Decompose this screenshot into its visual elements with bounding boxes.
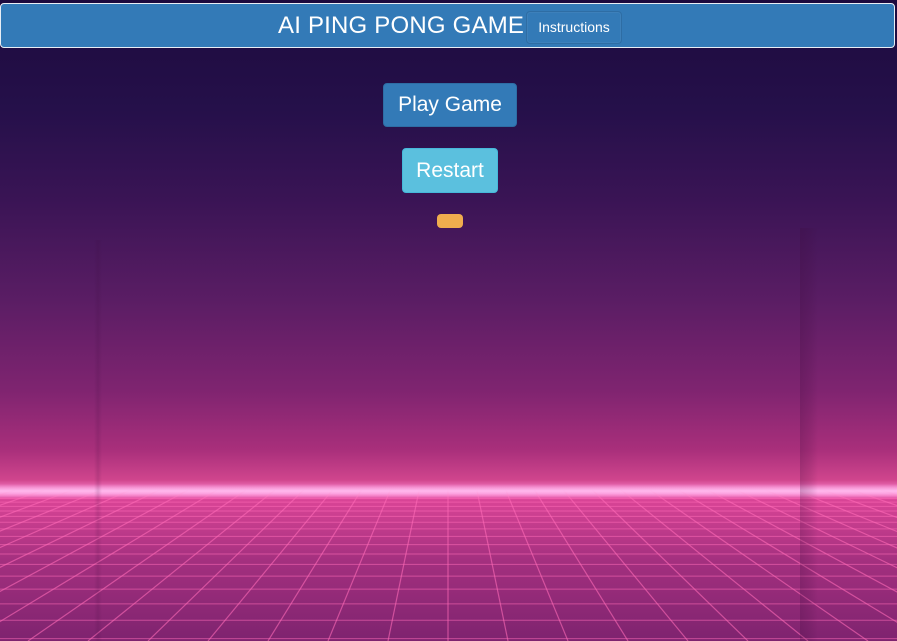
horizon-glow (0, 484, 897, 498)
left-paddle (94, 240, 102, 641)
play-game-button[interactable]: Play Game (383, 83, 517, 127)
page-title: AI PING PONG GAME (278, 12, 525, 39)
synthwave-grid-background (0, 490, 897, 641)
ball (437, 214, 463, 228)
restart-button[interactable]: Restart (402, 148, 498, 193)
right-paddle (800, 228, 818, 641)
header-bar: AI PING PONG GAME Instructions (0, 3, 895, 48)
instructions-button[interactable]: Instructions (526, 11, 622, 44)
